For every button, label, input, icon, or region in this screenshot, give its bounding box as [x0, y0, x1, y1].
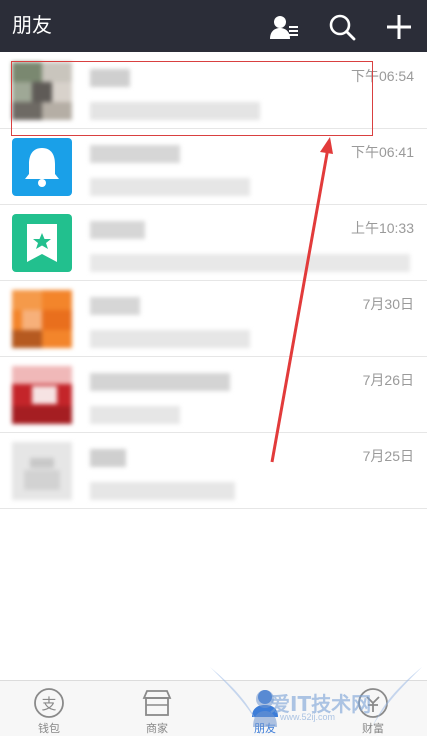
top-bar: 朋友: [0, 0, 427, 52]
contact-name-redacted: [90, 449, 126, 467]
conversation-row[interactable]: 7月26日: [0, 357, 427, 433]
message-preview-redacted: [90, 330, 250, 348]
contact-name-redacted: [90, 69, 130, 87]
timestamp: 下午06:41: [350, 144, 414, 160]
contact-name-redacted: [90, 221, 145, 239]
avatar: [12, 214, 72, 272]
tab-merchant[interactable]: 商家: [117, 681, 197, 736]
message-preview-redacted: [90, 254, 410, 272]
page-title: 朋友: [12, 13, 52, 37]
avatar: [12, 62, 72, 120]
search-icon[interactable]: [326, 11, 358, 43]
timestamp: 7月26日: [362, 372, 414, 388]
svg-text:支: 支: [41, 695, 56, 713]
conversation-row[interactable]: 下午06:41: [0, 129, 427, 205]
conversation-row[interactable]: 7月30日: [0, 281, 427, 357]
message-preview-redacted: [90, 102, 260, 120]
tab-label: 钱包: [38, 722, 60, 735]
timestamp: 下午06:54: [350, 68, 414, 84]
avatar: [12, 138, 72, 196]
avatar: [12, 290, 72, 348]
wallet-icon: 支: [33, 687, 65, 719]
tab-label: 商家: [146, 722, 168, 735]
contact-name-redacted: [90, 145, 180, 163]
conversation-row[interactable]: 7月25日: [0, 433, 427, 509]
conversation-row[interactable]: 上午10:33: [0, 205, 427, 281]
store-icon: [141, 687, 173, 719]
tab-label: 朋友: [254, 722, 276, 735]
message-preview-redacted: [90, 178, 250, 196]
contact-name-redacted: [90, 373, 230, 391]
conversation-row[interactable]: 下午06:54: [0, 53, 427, 129]
timestamp: 7月25日: [362, 448, 414, 464]
timestamp: 7月30日: [362, 296, 414, 312]
timestamp: 上午10:33: [350, 220, 414, 236]
conversation-list: 下午06:54 下午06:41 上午10:33 7月30日 7月26日 7月25…: [0, 53, 427, 509]
message-preview-redacted: [90, 406, 180, 424]
avatar: [12, 366, 72, 424]
contacts-icon[interactable]: [268, 11, 300, 43]
watermark-url: www.52ij.com: [280, 712, 336, 722]
add-icon[interactable]: [383, 11, 415, 43]
contact-name-redacted: [90, 297, 140, 315]
message-preview-redacted: [90, 482, 235, 500]
tab-label: 财富: [362, 722, 384, 735]
avatar: [12, 442, 72, 500]
tab-wallet[interactable]: 支 钱包: [9, 681, 89, 736]
